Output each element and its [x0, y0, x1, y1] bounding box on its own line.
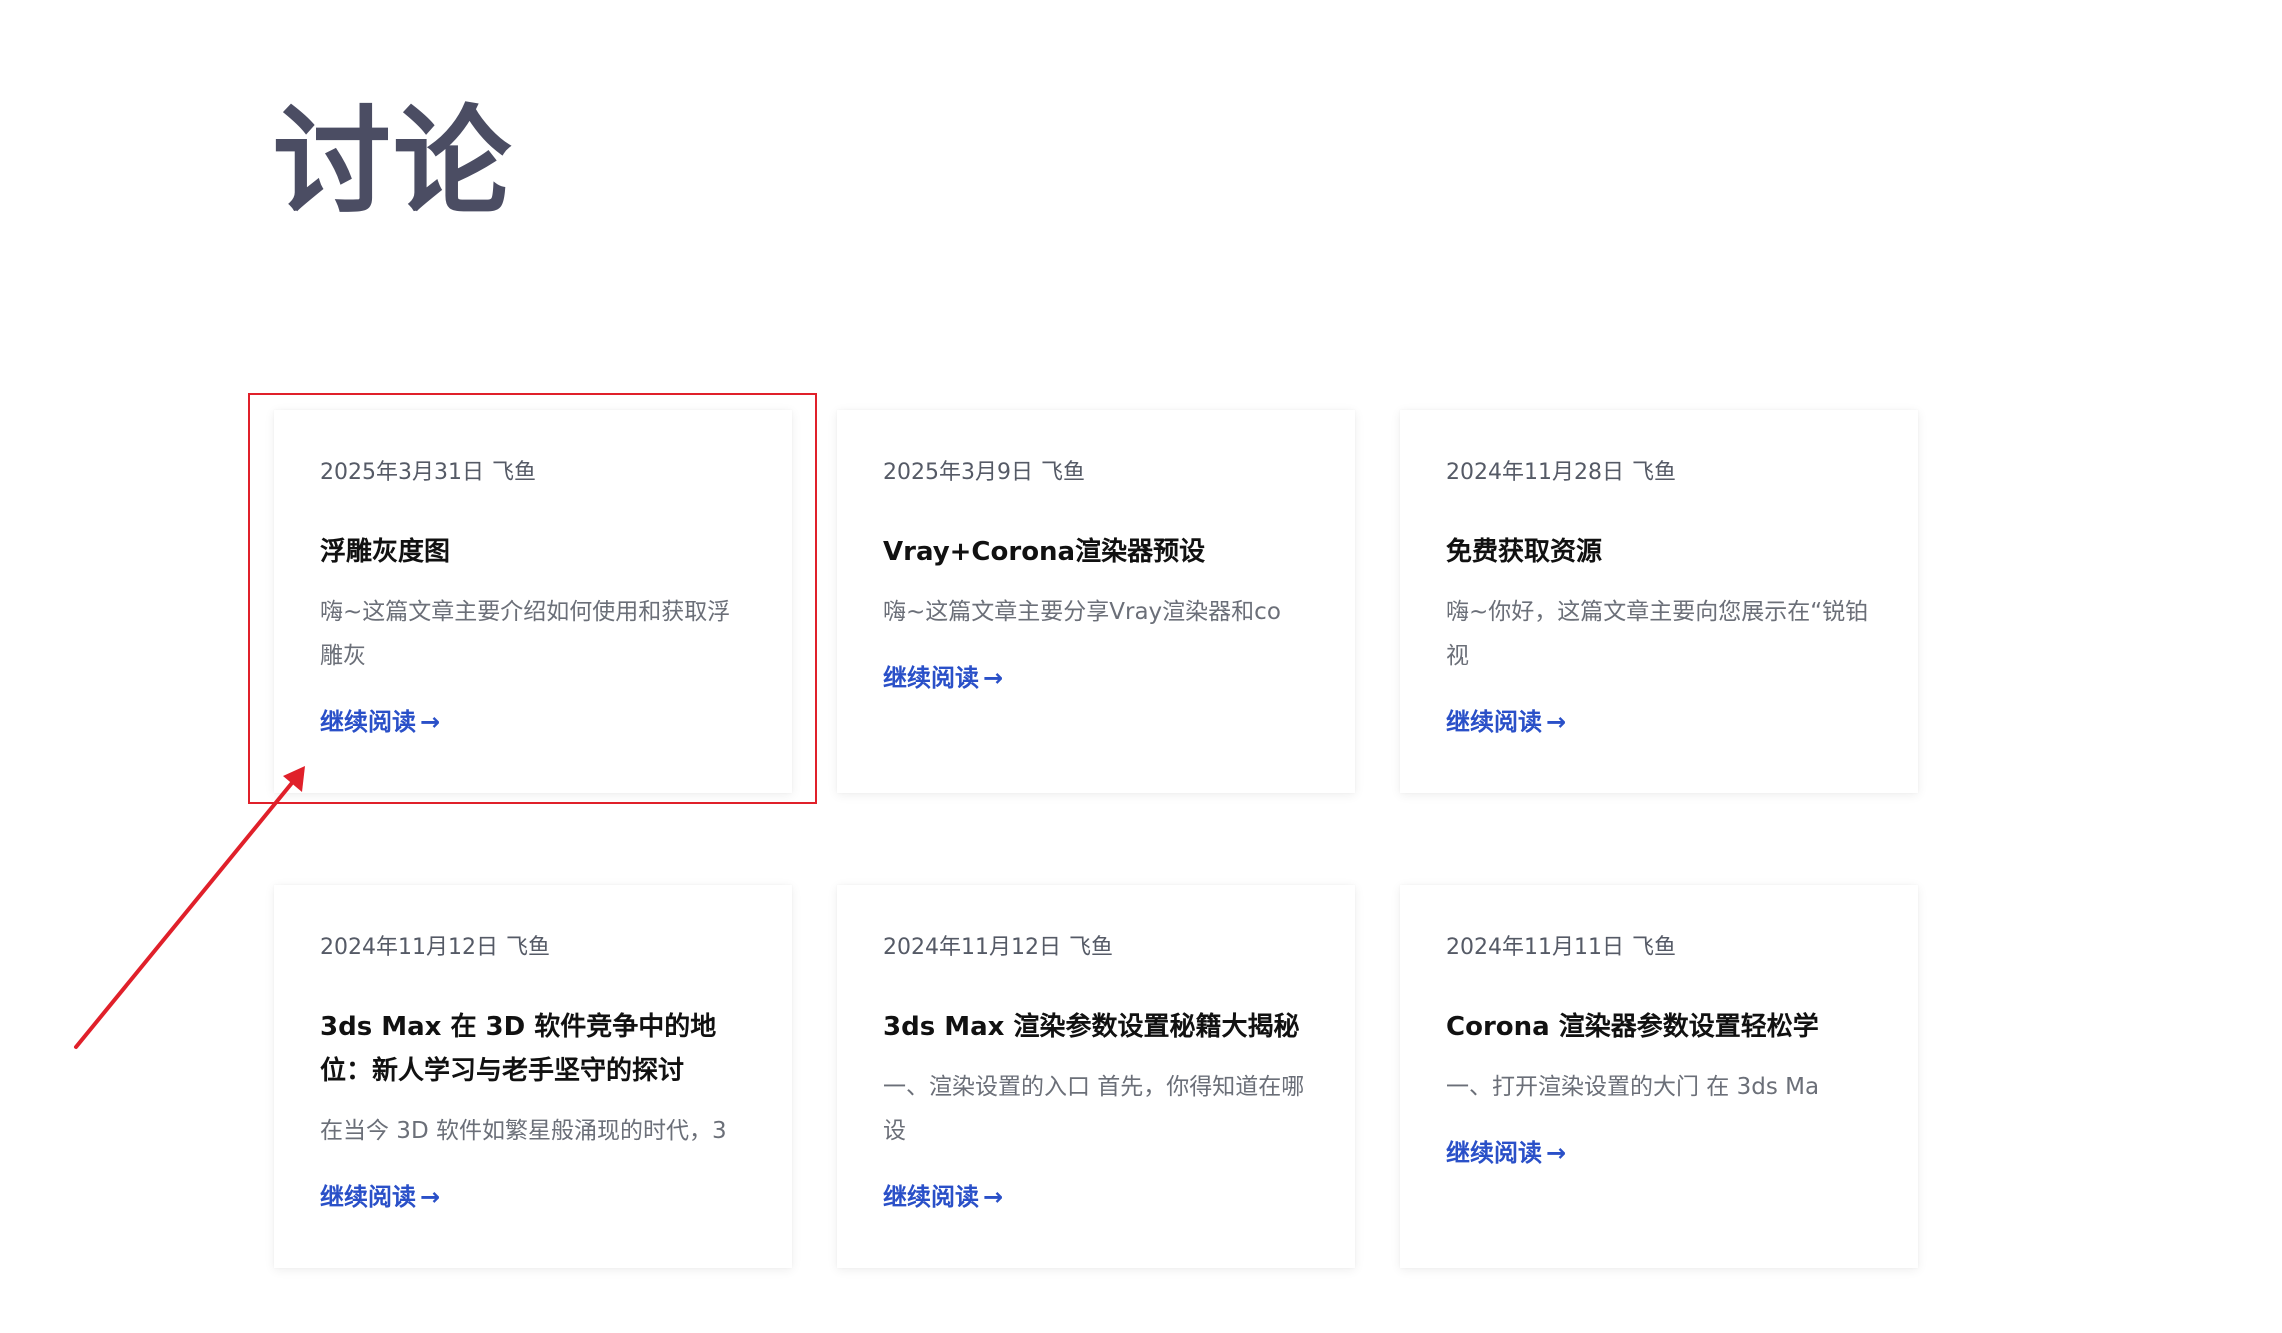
post-author[interactable]: 飞鱼: [1041, 460, 1085, 485]
post-title[interactable]: 浮雕灰度图: [320, 530, 746, 574]
post-excerpt: 一、渲染设置的入口 首先，你得知道在哪设: [883, 1074, 1305, 1144]
post-meta: 2024年11月12日 飞鱼: [883, 933, 1113, 963]
post-excerpt: 嗨~你好，这篇文章主要向您展示在“锐铂视: [1446, 599, 1869, 669]
read-more-label: 继续阅读: [1446, 1139, 1542, 1167]
arrow-right-icon: →: [420, 708, 441, 736]
post-card: 2025年3月31日 飞鱼 浮雕灰度图 嗨~这篇文章主要介绍如何使用和获取浮雕灰 …: [274, 410, 792, 793]
read-more-link[interactable]: 继续阅读 →: [1446, 705, 1566, 739]
arrow-right-icon: →: [1546, 708, 1567, 736]
post-title[interactable]: 免费获取资源: [1446, 530, 1872, 574]
post-excerpt: 嗨~这篇文章主要介绍如何使用和获取浮雕灰: [320, 599, 731, 669]
post-author[interactable]: 飞鱼: [1069, 935, 1113, 960]
read-more-link[interactable]: 继续阅读 →: [883, 1180, 1003, 1214]
read-more-label: 继续阅读: [320, 708, 416, 736]
read-more-label: 继续阅读: [1446, 708, 1542, 736]
read-more-link[interactable]: 继续阅读 →: [320, 1180, 440, 1214]
page-title: 讨论: [273, 93, 514, 231]
post-date[interactable]: 2024年11月12日: [320, 935, 498, 960]
read-more-link[interactable]: 继续阅读 →: [883, 661, 1003, 695]
post-meta: 2024年11月12日 飞鱼: [320, 933, 550, 963]
read-more-link[interactable]: 继续阅读 →: [320, 705, 440, 739]
post-excerpt: 一、打开渲染设置的大门 在 3ds Ma: [1446, 1074, 1820, 1100]
post-date[interactable]: 2025年3月9日: [883, 460, 1033, 485]
arrow-right-icon: →: [983, 664, 1004, 692]
post-date[interactable]: 2025年3月31日: [320, 460, 484, 485]
post-card: 2024年11月11日 飞鱼 Corona 渲染器参数设置轻松学 一、打开渲染设置…: [1400, 885, 1918, 1268]
post-meta: 2025年3月9日 飞鱼: [883, 458, 1085, 488]
post-meta: 2025年3月31日 飞鱼: [320, 458, 536, 488]
post-date[interactable]: 2024年11月28日: [1446, 460, 1624, 485]
read-more-label: 继续阅读: [883, 664, 979, 692]
post-author[interactable]: 飞鱼: [492, 460, 536, 485]
post-title[interactable]: 3ds Max 在 3D 软件竞争中的地位：新人学习与老手坚守的探讨: [320, 1005, 746, 1093]
post-title[interactable]: Vray+Corona渲染器预设: [883, 530, 1309, 574]
post-title[interactable]: 3ds Max 渲染参数设置秘籍大揭秘: [883, 1005, 1309, 1049]
post-card: 2024年11月12日 飞鱼 3ds Max 在 3D 软件竞争中的地位：新人学习…: [274, 885, 792, 1268]
read-more-label: 继续阅读: [320, 1183, 416, 1211]
arrow-right-icon: →: [1546, 1139, 1567, 1167]
arrow-right-icon: →: [983, 1183, 1004, 1211]
post-author[interactable]: 飞鱼: [1632, 935, 1676, 960]
post-meta: 2024年11月11日 飞鱼: [1446, 933, 1676, 963]
post-card: 2024年11月12日 飞鱼 3ds Max 渲染参数设置秘籍大揭秘 一、渲染设置…: [837, 885, 1355, 1268]
post-excerpt: 嗨~这篇文章主要分享Vray渲染器和co: [883, 599, 1281, 625]
read-more-link[interactable]: 继续阅读 →: [1446, 1136, 1566, 1170]
post-author[interactable]: 飞鱼: [1632, 460, 1676, 485]
post-date[interactable]: 2024年11月11日: [1446, 935, 1624, 960]
post-author[interactable]: 飞鱼: [506, 935, 550, 960]
arrow-right-icon: →: [420, 1183, 441, 1211]
post-date[interactable]: 2024年11月12日: [883, 935, 1061, 960]
post-title[interactable]: Corona 渲染器参数设置轻松学: [1446, 1005, 1872, 1049]
post-excerpt: 在当今 3D 软件如繁星般涌现的时代，3: [320, 1118, 727, 1144]
post-card: 2024年11月28日 飞鱼 免费获取资源 嗨~你好，这篇文章主要向您展示在“锐铂…: [1400, 410, 1918, 793]
post-card: 2025年3月9日 飞鱼 Vray+Corona渲染器预设 嗨~这篇文章主要分享V…: [837, 410, 1355, 793]
post-meta: 2024年11月28日 飞鱼: [1446, 458, 1676, 488]
read-more-label: 继续阅读: [883, 1183, 979, 1211]
